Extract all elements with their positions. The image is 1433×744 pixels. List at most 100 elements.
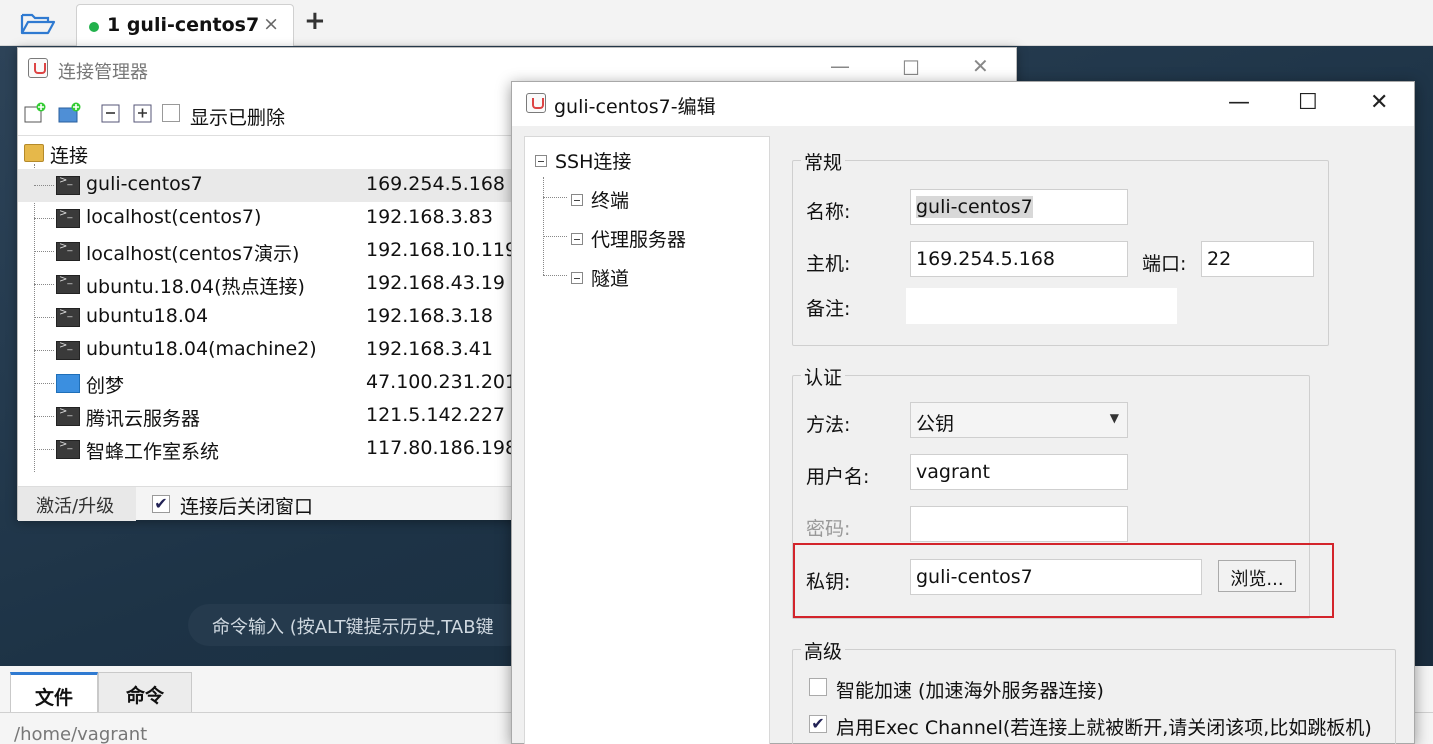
connection-host: 192.168.3.83 [366,206,493,228]
terminal-icon [56,439,80,459]
connection-host: 192.168.43.19 [366,272,506,294]
terminal-icon [56,274,80,294]
java-app-icon [28,58,48,78]
nav-proxy-label: 代理服务器 [591,229,687,251]
connection-name: guli-centos7 [86,173,203,195]
note-field[interactable] [906,288,1177,324]
command-input[interactable]: 命令输入 (按ALT键提示历史,TAB键 [188,604,528,646]
add-tab-button[interactable]: + [304,6,326,36]
collapse-icon [571,272,583,284]
dialog-title: guli-centos7-编辑 [554,96,716,118]
activate-upgrade-button[interactable]: 激活/升级 [18,487,136,521]
method-label: 方法: [806,414,851,436]
close-icon[interactable]: ✕ [1370,90,1388,115]
nav-tunnel-label: 隧道 [591,268,630,290]
smart-accel-label: 智能加速 (加速海外服务器连接) [836,680,1104,702]
note-label: 备注: [806,298,851,320]
connection-host: 121.5.142.227 [366,404,506,426]
nav-terminal-label: 终端 [591,190,630,212]
online-status-dot [89,22,99,32]
auth-group-title: 认证 [801,363,846,390]
exec-channel-label: 启用Exec Channel(若连接上就被断开,请关闭该项,比如跳板机) [836,717,1372,739]
advanced-group-title: 高级 [801,637,846,664]
edit-dialog-titlebar[interactable]: guli-centos7-编辑 — ☐ ✕ [512,82,1414,126]
username-label: 用户名: [806,466,870,488]
tree-guide [34,185,54,186]
show-deleted-label: 显示已删除 [190,107,286,129]
tree-guide [543,197,567,198]
collapse-icon[interactable] [535,155,547,167]
connection-host: 192.168.10.119 [366,239,518,261]
terminal-icon [56,340,80,360]
nav-terminal[interactable]: 终端 [571,186,629,213]
connection-name: localhost(centos7演示) [86,243,300,265]
tree-guide [34,449,54,450]
collapse-icon [571,233,583,245]
show-deleted-checkbox[interactable] [162,104,180,122]
collapse-all-icon[interactable] [100,102,122,124]
folder-icon [24,144,44,162]
tab-files[interactable]: 文件 [10,672,98,712]
general-group-title: 常规 [801,148,846,175]
tree-guide [34,383,54,384]
tree-guide [543,275,567,276]
host-label: 主机: [806,253,851,275]
tree-guide-line [543,177,544,275]
tab-commands[interactable]: 命令 [98,672,192,712]
username-field[interactable]: vagrant [910,454,1128,490]
exec-channel-checkbox[interactable]: ✔ [809,715,827,733]
terminal-icon [56,307,80,327]
expand-all-icon[interactable] [132,102,154,124]
chevron-down-icon: ▼ [1109,411,1119,425]
terminal-icon [56,175,80,195]
tree-guide [34,350,54,351]
nav-ssh[interactable]: SSH连接 [535,147,631,174]
tree-guide [34,416,54,417]
password-label: 密码: [806,518,851,540]
close-icon[interactable]: ✕ [972,54,989,78]
connection-host: 47.100.231.201 [366,371,518,393]
connection-name: ubuntu.18.04(热点连接) [86,276,305,298]
close-after-connect-checkbox[interactable]: ✔ [152,495,170,513]
tree-guide [34,251,54,252]
tree-guide [34,317,54,318]
connection-name: ubuntu18.04 [86,305,209,327]
minimize-icon[interactable]: — [830,54,850,78]
maximize-icon[interactable]: ☐ [902,56,920,80]
connection-host: 117.80.186.198 [366,437,518,459]
file-path: /home/vagrant [14,724,148,744]
session-tab[interactable]: 1 guli-centos7 × [76,4,294,46]
folder-open-icon[interactable] [20,9,56,37]
host-field[interactable]: 169.254.5.168 [910,241,1128,277]
nav-proxy[interactable]: 代理服务器 [571,225,686,252]
smart-accel-checkbox[interactable] [809,678,827,696]
tree-root-label[interactable]: 连接 [50,141,88,168]
terminal-icon [56,406,80,426]
highlight-annotation-box [793,543,1334,618]
monitor-icon [56,374,80,393]
edit-connection-dialog: guli-centos7-编辑 — ☐ ✕ SSH连接 终端 代理服务器 隧道 … [511,81,1415,744]
settings-nav-tree: SSH连接 终端 代理服务器 隧道 [524,136,770,744]
minimize-icon[interactable]: — [1228,90,1250,115]
name-field[interactable]: guli-centos7 [910,189,1128,225]
method-select[interactable]: 公钥 ▼ [910,402,1128,438]
java-app-icon [526,93,546,113]
tree-guide [34,284,54,285]
connection-name: ubuntu18.04(machine2) [86,338,317,360]
tree-guide [543,236,567,237]
maximize-icon[interactable]: ☐ [1298,90,1318,115]
connection-host: 192.168.3.41 [366,338,493,360]
password-field[interactable] [910,506,1128,542]
new-folder-icon[interactable] [58,102,81,124]
session-tab-label: 1 guli-centos7 [107,14,260,36]
new-connection-icon[interactable] [24,102,46,124]
window-title: 连接管理器 [58,62,148,83]
connection-name: 腾讯云服务器 [86,408,201,430]
tree-guide [34,218,54,219]
close-icon[interactable]: × [263,13,279,35]
nav-tunnel[interactable]: 隧道 [571,264,629,291]
port-field[interactable]: 22 [1201,241,1314,277]
connection-name: 智蜂工作室系统 [86,441,220,463]
connection-host: 192.168.3.18 [366,305,493,327]
session-tab-bar: 1 guli-centos7 × + [0,0,1433,46]
